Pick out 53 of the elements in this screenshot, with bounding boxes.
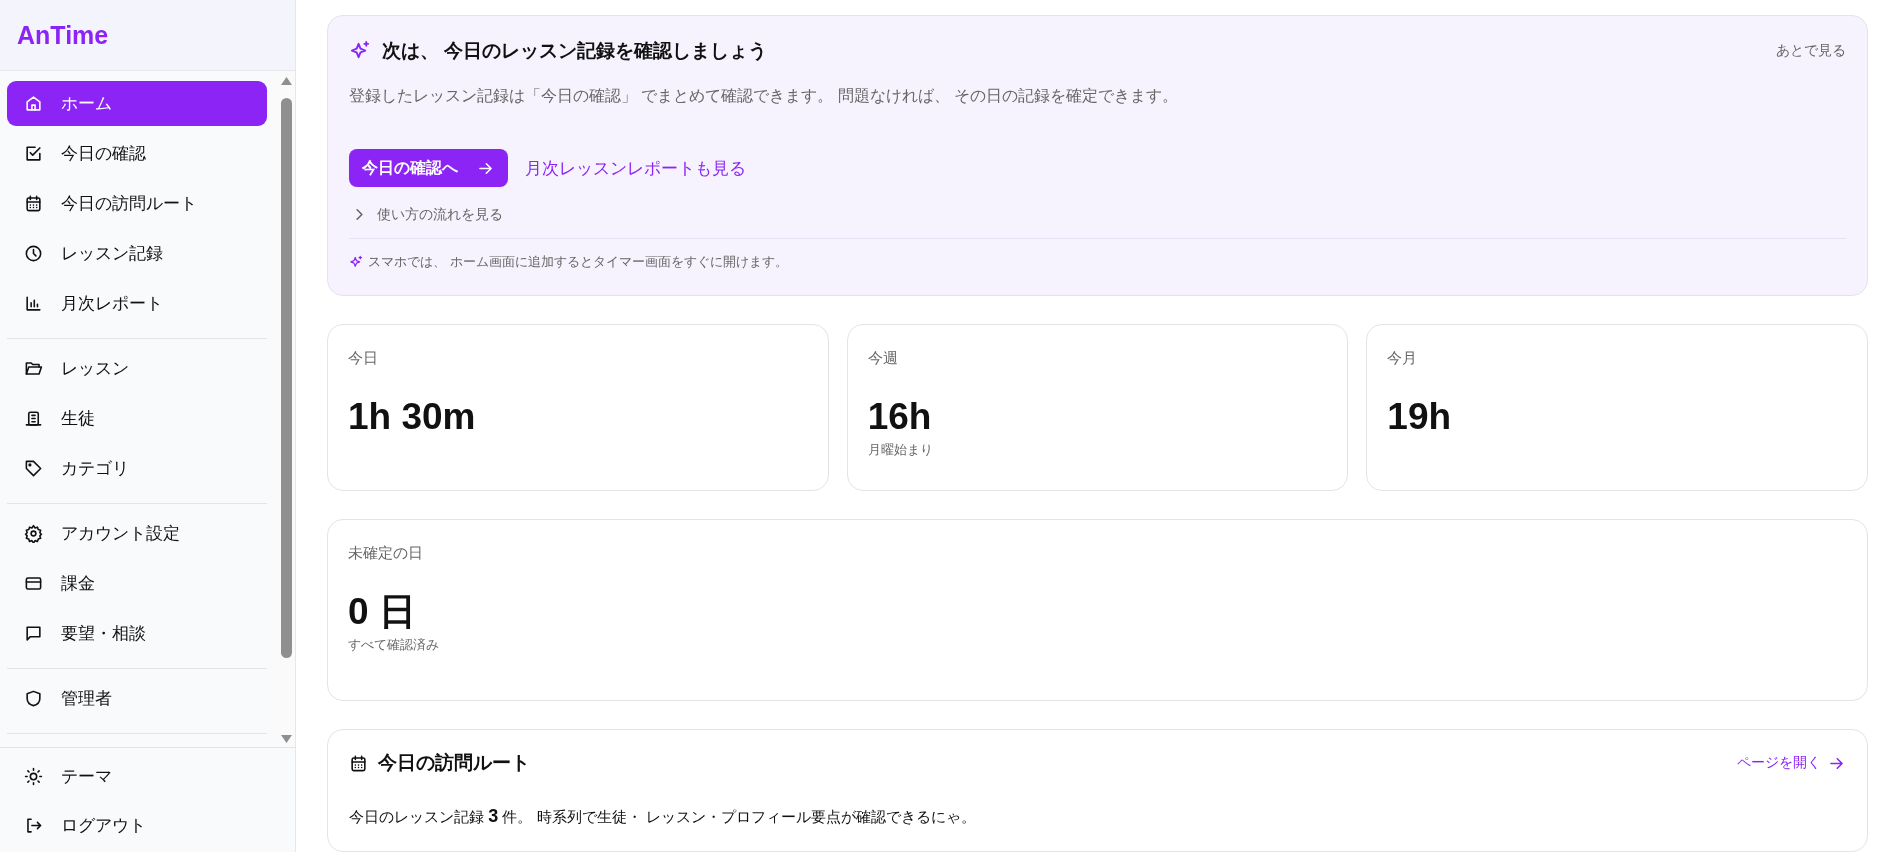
guide-title: 次は、 今日のレッスン記録を確認しましょう xyxy=(382,39,769,63)
sidebar-item[interactable]: テーマ xyxy=(7,754,267,799)
scroll-down-icon[interactable] xyxy=(281,735,292,743)
calendar-icon xyxy=(349,753,368,773)
app-logo[interactable]: AnTime xyxy=(17,20,109,50)
stat-value: 0 日 xyxy=(348,592,417,633)
credit-card-icon xyxy=(24,574,43,593)
folder-icon xyxy=(24,359,43,378)
sidebar-item[interactable]: ホーム xyxy=(7,81,267,126)
stat-note: 月曜始まり xyxy=(867,440,934,459)
stat-note: すべて確認済み xyxy=(348,635,440,654)
stat-value: 19h xyxy=(1387,397,1453,438)
stat-label: 未確定の日 xyxy=(348,544,424,563)
home-icon xyxy=(24,94,43,113)
sidebar-item[interactable]: アカウント設定 xyxy=(7,511,267,556)
stat-value: 16h xyxy=(867,397,933,438)
sidebar-item[interactable]: 要望・相談 xyxy=(7,611,267,656)
shield-icon xyxy=(24,689,43,708)
sidebar-item[interactable]: 今日の訪問ルート xyxy=(7,181,267,226)
checkbox-icon xyxy=(24,144,43,163)
dismiss-link[interactable]: あとで見る xyxy=(1776,42,1846,60)
guide-text: 登録したレッスン記録は「今日の確認」 でまとめて確認できます。 問題なければ、 その日の記録を確定できます。 xyxy=(349,86,1180,106)
bar-chart-icon xyxy=(24,294,43,313)
stat-label: 今日 xyxy=(348,349,379,368)
calendar-icon xyxy=(24,194,43,213)
sidebar-item[interactable]: レッスン記録 xyxy=(7,231,267,276)
logout-icon xyxy=(24,816,43,835)
tag-icon xyxy=(24,459,43,478)
sidebar-item[interactable]: 今日の確認 xyxy=(7,131,267,176)
route-title: 今日の訪問ルート xyxy=(378,751,531,775)
primary-button[interactable]: 今日の確認へ xyxy=(349,149,508,187)
sidebar-item[interactable]: 月次レポート xyxy=(7,281,267,326)
sidebar-item[interactable]: ログアウト xyxy=(7,803,267,848)
tip-text: スマホでは、 ホーム画面に追加するとタイマー画面をすぐに開けます。 xyxy=(368,253,788,271)
stat-value: 1h 30m xyxy=(348,397,477,438)
stat-label: 今月 xyxy=(1387,349,1419,368)
clock-icon xyxy=(24,244,43,263)
expander-toggle[interactable]: 使い方の流れを見る xyxy=(350,205,1846,224)
open-page-link[interactable]: ページを開く xyxy=(1737,753,1846,773)
sidebar-item[interactable]: 課金 xyxy=(7,561,267,606)
settings-icon xyxy=(24,524,43,543)
stat-label: 今週 xyxy=(867,349,899,368)
sidebar-item[interactable]: 管理者 xyxy=(7,676,267,721)
route-summary: 今日のレッスン記録 3 件。 時系列で生徒・ レッスン・プロフィール要点が確認できるにゃ。 xyxy=(349,806,977,827)
sun-icon xyxy=(24,767,43,786)
sidebar-item[interactable]: 生徒 xyxy=(7,396,267,441)
scroll-up-icon[interactable] xyxy=(281,77,292,85)
sidebar-item[interactable]: カテゴリ xyxy=(7,446,267,491)
sidebar-item[interactable]: レッスン xyxy=(7,346,267,391)
sparkle-icon xyxy=(349,254,364,270)
report-link[interactable]: 月次レッスンレポートも見る xyxy=(525,156,746,180)
speech-bubble-icon xyxy=(24,624,43,643)
building-icon xyxy=(24,409,43,428)
